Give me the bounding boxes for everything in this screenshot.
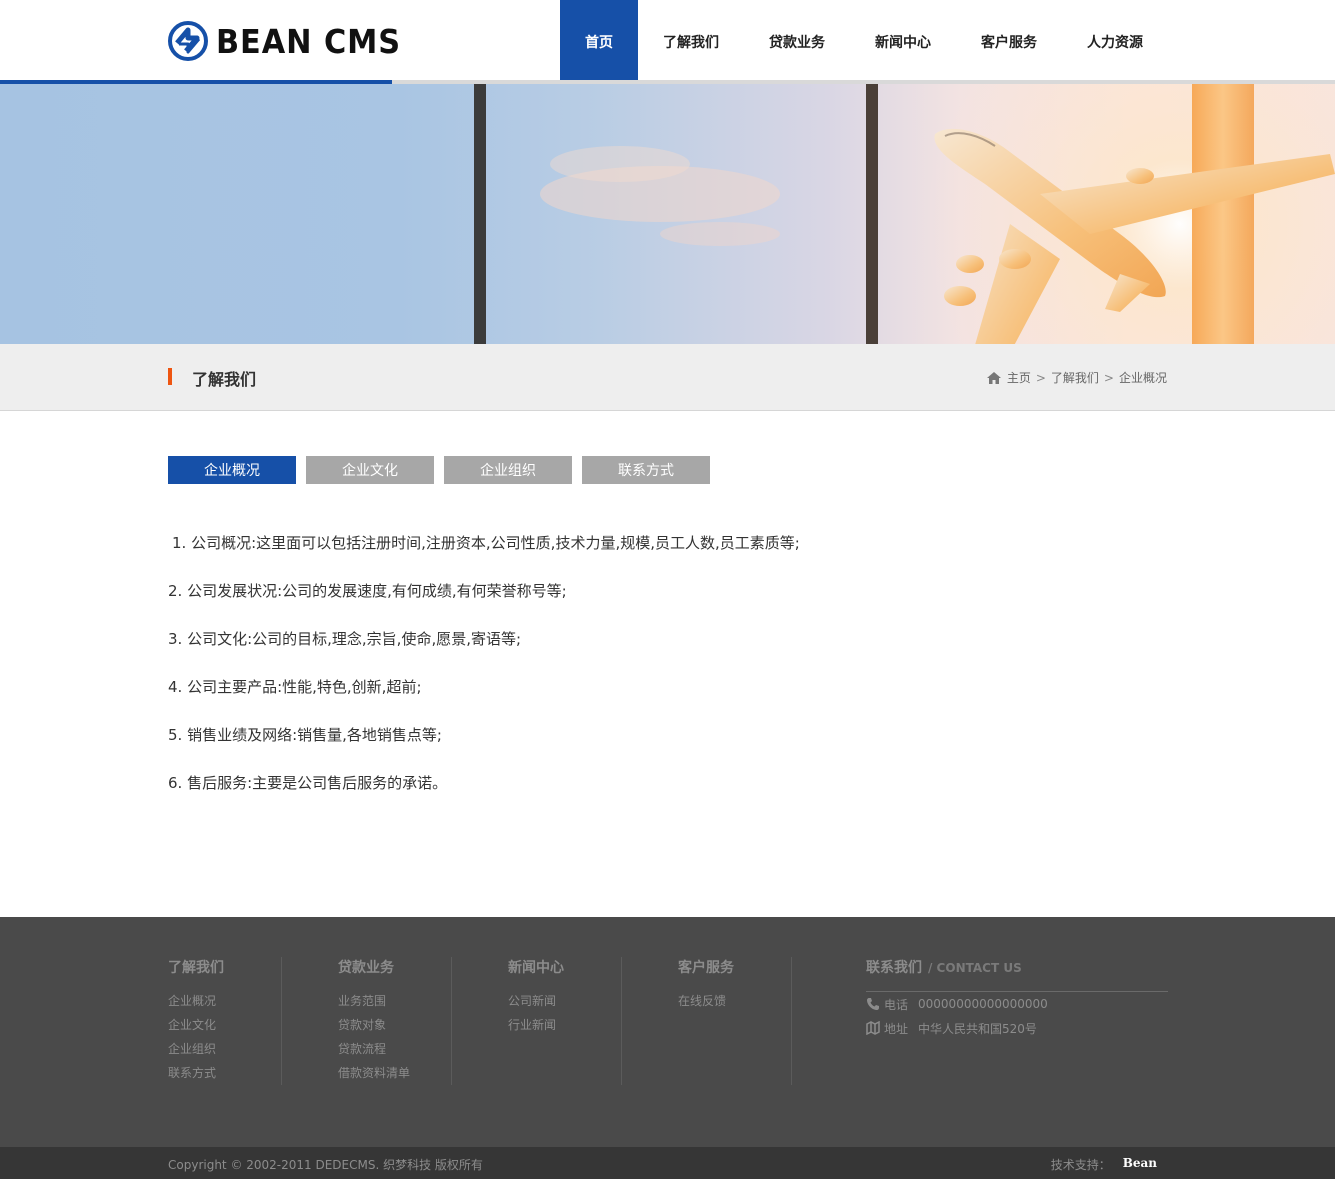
footer-link[interactable]: 业务范围 [338, 993, 410, 1017]
breadcrumb-separator: > [1035, 370, 1046, 385]
nav-item-home[interactable]: 首页 [560, 0, 638, 84]
footer-column-title: 新闻中心 [508, 960, 564, 976]
phone-icon [867, 998, 879, 1010]
footer-link[interactable]: 行业新闻 [508, 1017, 564, 1041]
footer-link[interactable]: 贷款对象 [338, 1017, 410, 1041]
contact-phone-row: 电话 00000000000000000 [866, 992, 1168, 1016]
title-accent-mark [168, 368, 172, 385]
airplane-sky-banner [0, 84, 1335, 344]
footer-column-title: 客户服务 [678, 960, 734, 976]
footer-divider [791, 957, 792, 1085]
tab-culture[interactable]: 企业文化 [306, 456, 434, 484]
breadcrumb-parent[interactable]: 了解我们 [1051, 369, 1099, 386]
brand-name: BEAN CMS [216, 21, 402, 61]
copyright-text: Copyright © 2002-2011 DEDECMS. 织梦科技 版权所有 [168, 1158, 483, 1172]
address-value: 中华人民共和国520号 [918, 1021, 1037, 1036]
footer-link[interactable]: 企业文化 [168, 1017, 224, 1041]
footer-contact: 联系我们 / CONTACT US 电话 00000000000000000 地址… [866, 957, 1168, 1040]
footer-column-title: 了解我们 [168, 960, 224, 976]
home-icon[interactable] [986, 371, 1001, 384]
tab-overview[interactable]: 企业概况 [168, 456, 296, 484]
contact-address-row: 地址 中华人民共和国520号 [866, 1016, 1168, 1040]
phone-label: 电话 [884, 997, 909, 1012]
site-header: BEAN CMS 首页 了解我们 贷款业务 新闻中心 客户服务 人力资源 [0, 0, 1335, 84]
breadcrumb-separator: > [1103, 370, 1114, 385]
footer-link[interactable]: 企业概况 [168, 993, 224, 1017]
breadcrumb-current: 企业概况 [1118, 371, 1167, 385]
contact-heading: 联系我们 / CONTACT US [866, 957, 1168, 992]
content-line: 2. 公司发展状况:公司的发展速度,有何成绩,有何荣誉称号等; [168, 582, 567, 600]
footer-column-service: 客户服务 在线反馈 [678, 957, 734, 1017]
main-nav: 首页 了解我们 贷款业务 新闻中心 客户服务 人力资源 [560, 0, 1168, 84]
footer-divider [281, 957, 282, 1085]
content-line: 3. 公司文化:公司的目标,理念,宗旨,使命,愿景,寄语等; [168, 630, 522, 648]
nav-item-news[interactable]: 新闻中心 [850, 0, 956, 84]
nav-item-service[interactable]: 客户服务 [956, 0, 1062, 84]
tab-contact[interactable]: 联系方式 [582, 456, 710, 484]
nav-item-hr[interactable]: 人力资源 [1062, 0, 1168, 84]
bean-logo-icon [168, 21, 208, 61]
phone-number: 00000000000000000 [918, 997, 1048, 1011]
content-line: 4. 公司主要产品:性能,特色,创新,超前; [168, 678, 422, 696]
footer-link[interactable]: 联系方式 [168, 1065, 224, 1089]
article-content: 1. 公司概况:这里面可以包括注册时间,注册资本,公司性质,技术力量,规模,员工… [168, 530, 1168, 818]
breadcrumb: 主页 > 了解我们 > 企业概况 [986, 369, 1167, 386]
footer-link[interactable]: 借款资料清单 [338, 1065, 410, 1089]
footer-link[interactable]: 企业组织 [168, 1041, 224, 1065]
tab-organization[interactable]: 企业组织 [444, 456, 572, 484]
sub-tabs: 企业概况 企业文化 企业组织 联系方式 [168, 456, 720, 484]
support-brand-link[interactable]: Bean [1123, 1156, 1157, 1173]
content-line: 5. 销售业绩及网络:销售量,各地销售点等; [168, 726, 442, 744]
footer-link[interactable]: 贷款流程 [338, 1041, 410, 1065]
map-icon [866, 1021, 880, 1035]
address-label: 地址 [884, 1021, 909, 1036]
footer-column-title: 贷款业务 [338, 960, 394, 976]
breadcrumb-home[interactable]: 主页 [1007, 369, 1031, 386]
footer-divider [451, 957, 452, 1085]
support-label: 技术支持： [1050, 1158, 1111, 1172]
content-line: 6. 售后服务:主要是公司售后服务的承诺。 [168, 774, 448, 792]
copyright-bar: Copyright © 2002-2011 DEDECMS. 织梦科技 版权所有… [0, 1147, 1335, 1179]
contact-title: 联系我们 [866, 960, 922, 976]
section-title: 了解我们 [192, 370, 257, 389]
site-footer: 了解我们 企业概况 企业文化 企业组织 联系方式 贷款业务 业务范围 贷款对象 … [0, 917, 1335, 1147]
section-title-bar: 了解我们 主页 > 了解我们 > 企业概况 [0, 344, 1335, 411]
contact-title-en: / CONTACT US [928, 961, 1022, 975]
tech-support: 技术支持： Bean [1051, 1156, 1157, 1173]
nav-item-loans[interactable]: 贷款业务 [744, 0, 850, 84]
nav-item-about[interactable]: 了解我们 [638, 0, 744, 84]
footer-divider [621, 957, 622, 1085]
footer-link[interactable]: 公司新闻 [508, 993, 564, 1017]
logo[interactable]: BEAN CMS [168, 20, 417, 62]
footer-column-about: 了解我们 企业概况 企业文化 企业组织 联系方式 [168, 957, 224, 1089]
footer-column-news: 新闻中心 公司新闻 行业新闻 [508, 957, 564, 1041]
footer-link[interactable]: 在线反馈 [678, 993, 734, 1017]
content-line: 1. 公司概况:这里面可以包括注册时间,注册资本,公司性质,技术力量,规模,员工… [172, 534, 800, 552]
footer-column-loans: 贷款业务 业务范围 贷款对象 贷款流程 借款资料清单 [338, 957, 410, 1089]
